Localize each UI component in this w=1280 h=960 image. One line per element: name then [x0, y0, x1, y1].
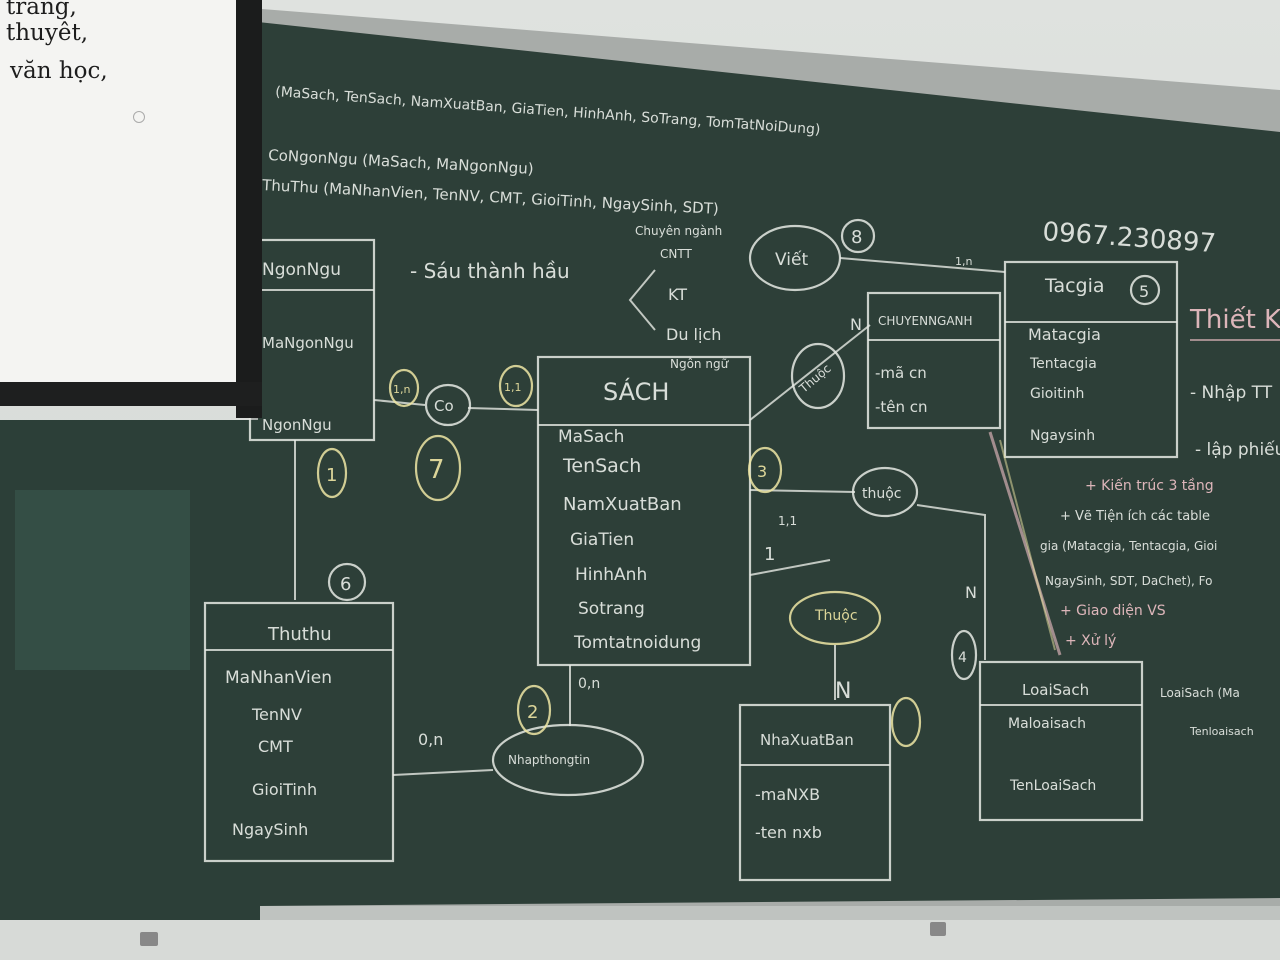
projector-screen: trang, thuyêt, văn học,	[0, 0, 262, 420]
right-note-0: - Nhập TT	[1190, 383, 1273, 403]
entity-thuthu: Thuthu MaNhanVien TenNV CMT GioiTinh Nga…	[203, 562, 395, 863]
slide: trang, thuyêt, văn học,	[0, 0, 242, 398]
schema-line-1: (MaSach, TenSach, NamXuatBan, GiaTien, H…	[275, 84, 821, 138]
entity-thuthu-field-1: TenNV	[251, 705, 302, 724]
list-cnt-4: Ngôn ngữ	[670, 357, 730, 371]
entity-sach-field-6: Tomtatnoidung	[573, 633, 701, 653]
schema-line-2: CoNgonNgu (MaSach, MaNgonNgu)	[268, 146, 534, 178]
entity-chuyennganh-field-1: -tên cn	[875, 398, 928, 416]
card-8: N	[835, 679, 851, 704]
card-2: 1,1	[504, 381, 522, 394]
entity-thuthu-field-0: MaNhanVien	[225, 668, 332, 688]
entity-loaisach-field-0: Maloaisach	[1008, 716, 1086, 732]
right-note-5: NgaySinh, SDT, DaChet), Fo	[1045, 574, 1212, 588]
list-cnt-1: CNTT	[660, 247, 692, 261]
entity-chuyennganh-title: CHUYENNGANH	[878, 314, 973, 328]
list-cnt-3: Du lịch	[666, 325, 721, 344]
entity-sach-field-5: Sotrang	[578, 599, 645, 619]
entity-sach-field-2: NamXuatBan	[563, 494, 682, 515]
entity-tacgia-field-1: Tentacgia	[1029, 356, 1097, 372]
entity-nhaxuatban-title: NhaXuatBan	[760, 731, 854, 749]
entity-loaisach-title: LoaiSach	[1022, 681, 1089, 699]
right-note-4: gia (Matacgia, Tentacgia, Gioi	[1040, 539, 1217, 553]
right-notes-title: Thiết K	[1189, 305, 1280, 335]
slide-line-1: thuyêt,	[6, 20, 89, 46]
relation-num-7: 7	[428, 455, 445, 485]
entity-ngonngu-title: NgonNgu	[262, 260, 341, 280]
entity-thuthu-field-3: GioiTinh	[252, 780, 317, 799]
entity-sach: SÁCH MaSach TenSach NamXuatBan GiaTien H…	[536, 355, 752, 667]
right-note-8: LoaiSach (Ma	[1160, 686, 1240, 700]
entity-thuthu-field-2: CMT	[258, 737, 293, 756]
right-note-1: - lập phiếu	[1195, 439, 1280, 460]
entity-nhaxuatban: NhaXuatBan -maNXB -ten nxb	[738, 696, 922, 882]
screen-edge	[236, 0, 262, 418]
entity-loaisach: LoaiSach Maloaisach TenLoaiSach 4	[950, 629, 1144, 822]
right-note-2: + Kiến trúc 3 tầng	[1085, 477, 1214, 494]
entity-sach-title: SÁCH	[603, 377, 669, 406]
entity-ngonngu-num: 1	[326, 465, 337, 486]
relation-thuoc-loai-label: thuộc	[862, 486, 902, 502]
phone-number: 0967.230897	[1042, 217, 1217, 259]
entity-loaisach-num: 4	[958, 650, 967, 666]
relation-co-label: Co	[434, 397, 454, 415]
slide-line-0: trang,	[6, 0, 77, 20]
entity-ngonngu: NgonNgu MaNgonNgu NgonNgu 1	[248, 238, 376, 499]
card-11: N	[965, 583, 977, 602]
entity-sach-field-4: HinhAnh	[575, 565, 647, 585]
card-1: 1,n	[393, 383, 410, 396]
card-6: 1,1	[778, 514, 797, 528]
entity-tacgia-field-0: Matacgia	[1028, 325, 1101, 344]
relation-viet-label: Viết	[775, 249, 808, 270]
slide-line-2: văn học,	[10, 58, 108, 84]
entity-chuyennganh: CHUYENNGANH -mã cn -tên cn	[866, 291, 1002, 430]
relation-nhap-label: Nhapthongtin	[508, 753, 590, 767]
relation-num-3: 3	[757, 462, 767, 481]
entity-tacgia-field-2: Gioitinh	[1030, 386, 1084, 402]
relation-thuoc-2-label: Thuộc	[814, 608, 858, 624]
entity-loaisach-field-1: TenLoaiSach	[1009, 778, 1096, 794]
entity-thuthu-field-4: NgaySinh	[232, 820, 308, 839]
right-note-3: + Vẽ Tiện ích các table	[1060, 509, 1210, 524]
entity-tacgia-num: 5	[1139, 282, 1149, 301]
relation-num-8: 8	[851, 227, 862, 248]
entity-nhaxuatban-field-1: -ten nxb	[755, 823, 822, 842]
list-cnt-2: KT	[668, 285, 687, 304]
entity-thuthu-title: Thuthu	[267, 624, 332, 645]
right-note-9: Tenloaisach	[1189, 725, 1254, 738]
entity-sach-field-1: TenSach	[562, 455, 641, 477]
right-note-7: + Xử lý	[1065, 633, 1116, 649]
card-3: 1,n	[955, 255, 972, 268]
entity-tacgia-field-3: Ngaysinh	[1030, 428, 1095, 444]
entity-ngonngu-field-1: NgonNgu	[262, 416, 332, 434]
entity-tacgia: Tacgia 5 Matacgia Tentacgia Gioitinh Nga…	[1003, 260, 1179, 459]
entity-nhaxuatban-field-0: -maNXB	[755, 785, 820, 804]
slide-bullet	[133, 111, 145, 123]
card-5: 0,n	[578, 676, 600, 692]
card-7: N	[850, 315, 862, 334]
entity-sach-field-3: GiaTien	[570, 530, 634, 550]
card-9: 1	[764, 544, 775, 565]
entity-ngonngu-field-0: MaNgonNgu	[262, 334, 354, 352]
right-note-6: + Giao diện VS	[1060, 603, 1166, 619]
relation-num-2: 2	[527, 702, 538, 723]
entity-thuthu-num: 6	[340, 574, 351, 595]
entity-sach-field-0: MaSach	[558, 427, 624, 447]
note-sau: - Sáu thành hầu	[410, 259, 570, 283]
list-chuyennganh: Chuyên ngành CNTT KT Du lịch Ngôn ngữ	[628, 224, 730, 371]
list-cnt-0: Chuyên ngành	[635, 224, 722, 238]
entity-tacgia-title: Tacgia	[1044, 275, 1105, 297]
schema-line-3: ThuThu (MaNhanVien, TenNV, CMT, GioiTinh…	[261, 176, 719, 218]
card-4: 0,n	[418, 730, 443, 749]
screen-bottom-bar	[0, 382, 262, 406]
entity-chuyennganh-field-0: -mã cn	[875, 364, 927, 382]
